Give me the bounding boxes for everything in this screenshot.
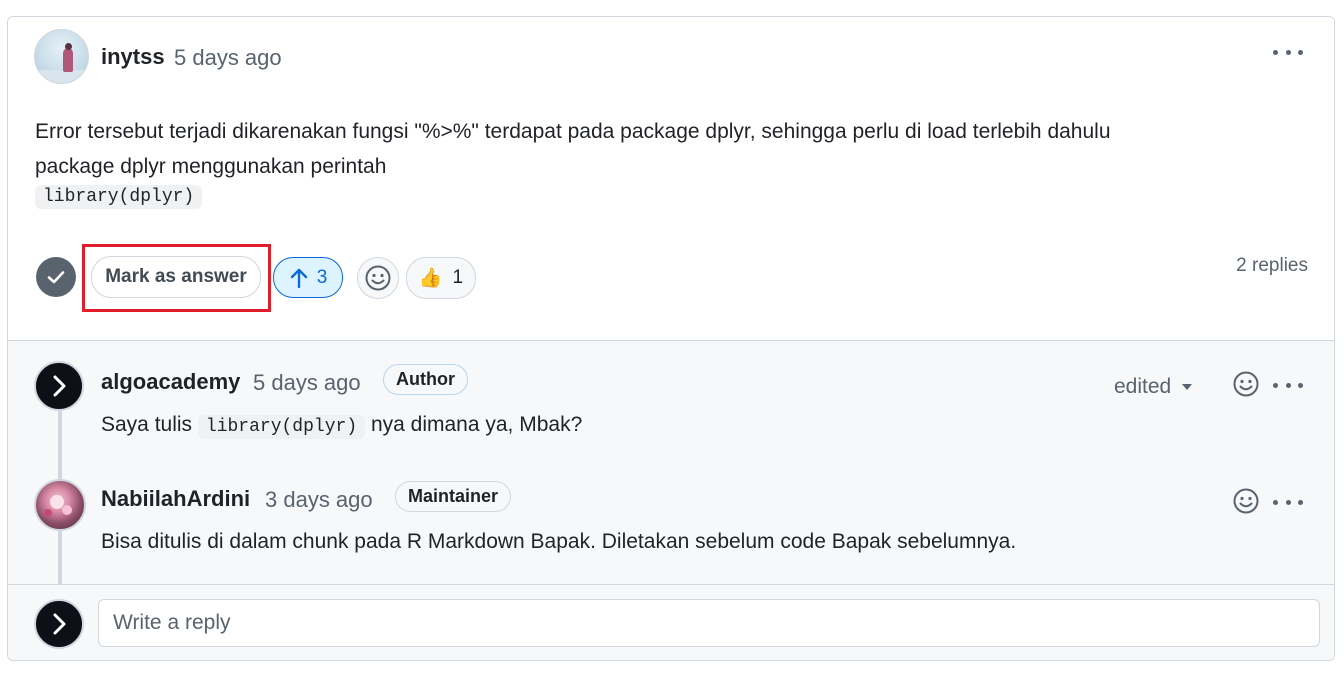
- inline-code: library(dplyr): [35, 185, 203, 209]
- arrow-up-icon: [290, 268, 307, 288]
- chevron-down-icon: [1182, 384, 1193, 390]
- thumbs-up-icon: 👍: [418, 268, 443, 289]
- smiley-icon[interactable]: [1232, 370, 1260, 398]
- thumbs-up-count: 1: [452, 267, 464, 288]
- discussion-comment-card: inytss 5 days ago Error tersebut terjadi…: [7, 16, 1335, 661]
- avatar[interactable]: [34, 479, 86, 531]
- reply-timestamp[interactable]: 5 days ago: [253, 370, 361, 396]
- edited-label: edited: [1114, 375, 1172, 398]
- comment-body: Error tersebut terjadi dikarenakan fungs…: [35, 114, 1275, 184]
- reply-body: Saya tulis library(dplyr) nya dimana ya,…: [101, 413, 582, 439]
- kebab-icon[interactable]: [1273, 42, 1303, 62]
- maintainer-badge: Maintainer: [395, 481, 512, 512]
- reply-input[interactable]: Write a reply: [98, 599, 1320, 647]
- avatar[interactable]: [34, 599, 84, 649]
- comment-timestamp[interactable]: 5 days ago: [174, 45, 282, 71]
- comment-body-line-1: Error tersebut terjadi dikarenakan fungs…: [35, 120, 1111, 143]
- reply-text: Saya tulis: [101, 413, 193, 436]
- smiley-icon: [365, 265, 391, 291]
- highlight-box: [82, 244, 271, 312]
- reply-author[interactable]: NabiilahArdini: [101, 486, 250, 512]
- edited-dropdown[interactable]: edited: [1114, 375, 1193, 399]
- reply-author[interactable]: algoacademy: [101, 369, 240, 395]
- upvote-count: 3: [316, 266, 328, 288]
- reply-text: nya dimana ya, Mbak?: [370, 413, 583, 436]
- author-badge: Author: [383, 364, 468, 395]
- replies-count[interactable]: 2 replies: [1236, 255, 1308, 277]
- chevron-right-icon: [53, 613, 66, 635]
- smiley-icon[interactable]: [1232, 487, 1260, 515]
- main-comment: inytss 5 days ago Error tersebut terjadi…: [8, 17, 1334, 340]
- reply-timestamp[interactable]: 3 days ago: [265, 487, 373, 513]
- reply-composer: Write a reply: [8, 584, 1334, 660]
- kebab-icon[interactable]: [1273, 492, 1303, 512]
- comment-body-line-2: package dplyr menggunakan perintah: [35, 155, 387, 178]
- avatar[interactable]: [34, 29, 89, 84]
- reply-body: Bisa ditulis di dalam chunk pada R Markd…: [101, 530, 1017, 553]
- inline-code: library(dplyr): [197, 415, 366, 439]
- comment-author[interactable]: inytss: [101, 44, 165, 70]
- add-reaction-button[interactable]: [357, 257, 399, 299]
- upvote-button[interactable]: 3: [273, 257, 343, 298]
- check-icon[interactable]: [36, 257, 76, 297]
- thumbs-up-reaction-button[interactable]: 👍 1: [406, 257, 476, 299]
- kebab-icon[interactable]: [1273, 375, 1303, 395]
- chevron-right-icon: [53, 375, 66, 397]
- avatar[interactable]: [34, 361, 84, 411]
- reply-thread: algoacademy 5 days ago Author edited Say…: [8, 340, 1334, 585]
